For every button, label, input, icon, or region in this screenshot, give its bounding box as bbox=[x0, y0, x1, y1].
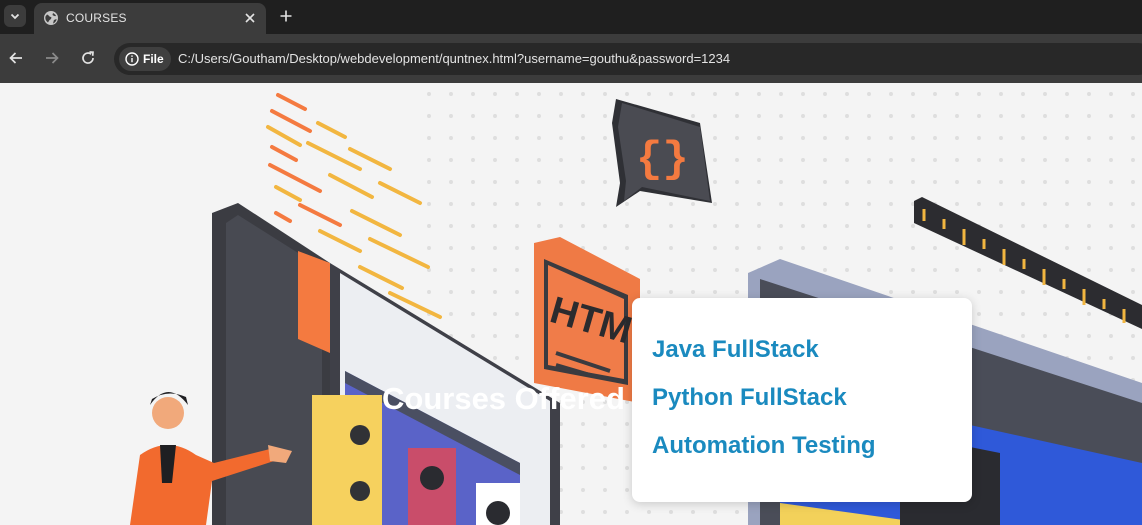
site-info-label: File bbox=[143, 52, 164, 66]
plus-icon bbox=[280, 10, 292, 22]
forward-button[interactable] bbox=[42, 48, 62, 68]
course-link-automation[interactable]: Automation Testing bbox=[652, 432, 876, 460]
globe-icon bbox=[44, 11, 58, 25]
page-content: {} HTM Courses Offered Java FullStack Py… bbox=[0, 83, 1142, 525]
close-icon bbox=[245, 13, 255, 23]
reload-button[interactable] bbox=[78, 48, 98, 68]
course-link-java[interactable]: Java FullStack bbox=[652, 336, 819, 364]
address-bar[interactable]: File C:/Users/Goutham/Desktop/webdevelop… bbox=[114, 43, 1142, 75]
url-text[interactable]: C:/Users/Goutham/Desktop/webdevelopment/… bbox=[178, 51, 730, 66]
tab-list-button[interactable] bbox=[4, 5, 26, 27]
course-link-python[interactable]: Python FullStack bbox=[652, 384, 847, 412]
tab-close-button[interactable] bbox=[240, 8, 260, 28]
browser-toolbar: File C:/Users/Goutham/Desktop/webdevelop… bbox=[0, 34, 1142, 83]
page-title: Courses Offered bbox=[382, 381, 625, 416]
site-info-chip[interactable]: File bbox=[119, 47, 171, 71]
svg-text:{}: {} bbox=[636, 135, 689, 185]
tab-title: COURSES bbox=[66, 11, 127, 25]
tab-strip: COURSES bbox=[0, 0, 1142, 34]
tab-list-icon bbox=[10, 13, 20, 20]
new-tab-button[interactable] bbox=[276, 6, 296, 26]
tab-courses[interactable]: COURSES bbox=[34, 3, 266, 34]
forward-arrow-icon bbox=[46, 52, 59, 64]
reload-icon bbox=[82, 51, 94, 64]
info-icon bbox=[125, 52, 139, 66]
back-button[interactable] bbox=[6, 48, 26, 68]
back-arrow-icon bbox=[9, 52, 22, 64]
courses-card: Java FullStack Python FullStack Automati… bbox=[632, 298, 972, 502]
